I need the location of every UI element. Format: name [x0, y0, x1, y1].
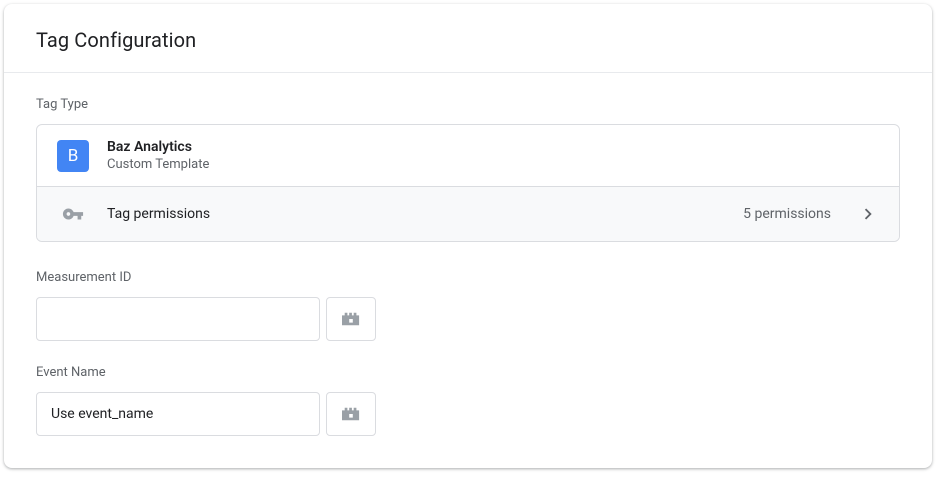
- measurement-id-group: Measurement ID: [36, 270, 900, 341]
- tag-badge-letter: B: [68, 146, 79, 166]
- card-title: Tag Configuration: [36, 28, 900, 52]
- tag-subtitle: Custom Template: [107, 157, 209, 172]
- variable-brick-icon: [340, 405, 362, 423]
- permissions-count: 5 permissions: [743, 206, 831, 222]
- event-name-variable-button[interactable]: [326, 392, 376, 436]
- permissions-label: Tag permissions: [107, 206, 725, 222]
- measurement-id-row: [36, 297, 900, 341]
- card-body: Tag Type B Baz Analytics Custom Template…: [4, 73, 932, 468]
- tag-configuration-card: Tag Configuration Tag Type B Baz Analyti…: [4, 4, 932, 468]
- measurement-id-label: Measurement ID: [36, 270, 900, 285]
- tag-type-row[interactable]: B Baz Analytics Custom Template: [37, 125, 899, 186]
- tag-permissions-row[interactable]: Tag permissions 5 permissions: [37, 186, 899, 241]
- key-icon-wrap: [57, 203, 89, 225]
- tag-type-label: Tag Type: [36, 97, 900, 112]
- event-name-row: [36, 392, 900, 436]
- variable-brick-icon: [340, 310, 362, 328]
- tag-name: Baz Analytics: [107, 139, 209, 155]
- measurement-id-variable-button[interactable]: [326, 297, 376, 341]
- tag-type-box: B Baz Analytics Custom Template Tag perm…: [36, 124, 900, 242]
- tag-badge-icon: B: [57, 140, 89, 172]
- measurement-id-input[interactable]: [36, 297, 320, 341]
- tag-info: Baz Analytics Custom Template: [107, 139, 209, 172]
- event-name-label: Event Name: [36, 365, 900, 380]
- key-icon: [62, 203, 84, 225]
- card-header: Tag Configuration: [4, 4, 932, 73]
- event-name-group: Event Name: [36, 365, 900, 436]
- event-name-input[interactable]: [36, 392, 320, 436]
- chevron-right-icon: [857, 203, 879, 225]
